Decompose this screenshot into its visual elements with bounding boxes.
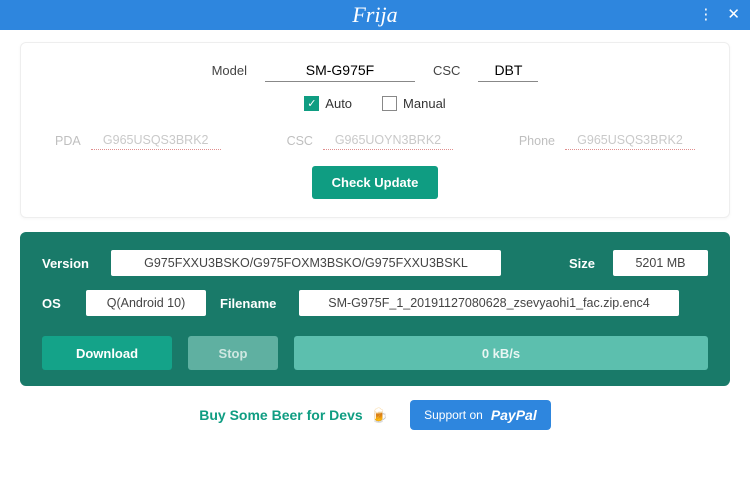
manual-checkbox-label: Manual — [403, 96, 446, 111]
checkbox-checked-icon: ✓ — [304, 96, 319, 111]
manual-checkbox[interactable]: Manual — [382, 96, 446, 111]
build-csc-label: CSC — [287, 134, 313, 148]
speed-indicator: 0 kB/s — [294, 336, 708, 370]
titlebar-controls: ⋮ ✕ — [698, 0, 740, 30]
donate-beer-label: Buy Some Beer for Devs — [199, 407, 362, 423]
paypal-support-label: Support on — [424, 408, 483, 422]
paypal-button[interactable]: Support on PayPal — [410, 400, 551, 430]
beer-icon: 🍺 — [371, 407, 388, 424]
donate-beer-link[interactable]: Buy Some Beer for Devs 🍺 — [199, 407, 388, 424]
paypal-logo-icon: PayPal — [491, 407, 537, 423]
check-update-button[interactable]: Check Update — [312, 166, 439, 199]
auto-checkbox[interactable]: ✓ Auto — [304, 96, 352, 111]
menu-icon[interactable]: ⋮ — [698, 0, 713, 30]
phone-input[interactable] — [565, 131, 695, 150]
pda-label: PDA — [55, 134, 81, 148]
version-label: Version — [42, 256, 97, 271]
build-csc-input[interactable] — [323, 131, 453, 150]
filename-value: SM-G975F_1_20191127080628_zsevyaohi1_fac… — [299, 290, 679, 316]
auto-checkbox-label: Auto — [325, 96, 352, 111]
close-icon[interactable]: ✕ — [727, 0, 740, 30]
csc-input[interactable] — [478, 59, 538, 82]
phone-label: Phone — [519, 134, 555, 148]
pda-input[interactable] — [91, 131, 221, 150]
model-input[interactable] — [265, 59, 415, 82]
checkbox-unchecked-icon — [382, 96, 397, 111]
app-title: Frija — [352, 2, 397, 28]
os-label: OS — [42, 296, 72, 311]
size-label: Size — [569, 256, 599, 271]
titlebar: Frija ⋮ ✕ — [0, 0, 750, 30]
model-label: Model — [212, 63, 247, 78]
size-value: 5201 MB — [613, 250, 708, 276]
footer: Buy Some Beer for Devs 🍺 Support on PayP… — [20, 400, 730, 430]
stop-button[interactable]: Stop — [188, 336, 278, 370]
input-panel: Model CSC ✓ Auto Manual PDA CSC — [20, 42, 730, 218]
version-value: G975FXXU3BSKO/G975FOXM3BSKO/G975FXXU3BSK… — [111, 250, 501, 276]
result-panel: Version G975FXXU3BSKO/G975FOXM3BSKO/G975… — [20, 232, 730, 386]
filename-label: Filename — [220, 296, 285, 311]
download-button[interactable]: Download — [42, 336, 172, 370]
os-value: Q(Android 10) — [86, 290, 206, 316]
csc-label: CSC — [433, 63, 460, 78]
